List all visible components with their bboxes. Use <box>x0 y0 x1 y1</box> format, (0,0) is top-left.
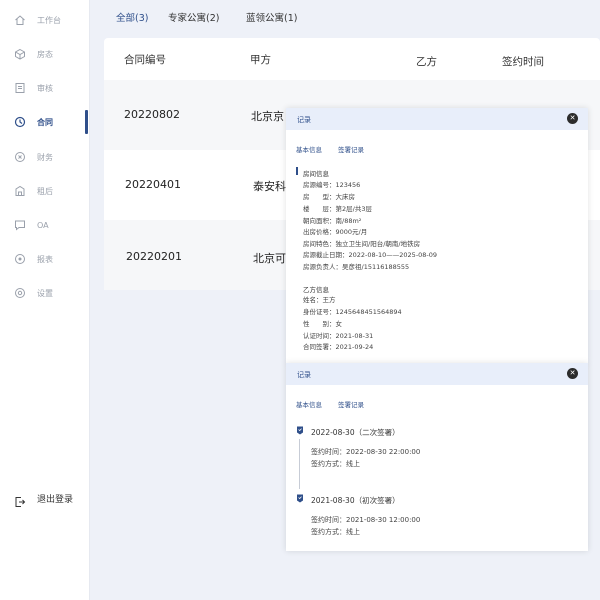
sidebar-item-label: 报表 <box>37 254 53 264</box>
contract-no-cell: 20220401 <box>125 178 181 191</box>
sidebar-item-reports[interactable]: 报表 <box>0 247 90 271</box>
sidebar-item-label: 房态 <box>37 49 53 59</box>
sign-record-time: 签约时间：2021-08-30 12:00:00 <box>311 516 421 524</box>
sign-record-method: 签约方式：线上 <box>311 528 360 536</box>
sidebar-item-label: 设置 <box>37 288 53 298</box>
room-price: 出房价格：9000元/月 <box>303 228 368 236</box>
sidebar-item-room-status[interactable]: 房态 <box>0 42 90 66</box>
party-a-cell: 泰安科 <box>253 180 286 193</box>
column-header-contract-no: 合同编号 <box>124 54 166 66</box>
contract-no-cell: 20220201 <box>126 250 182 263</box>
tab-blue-collar-apartment[interactable]: 蓝领公寓(1) <box>246 10 297 24</box>
tab-sign-records[interactable]: 签署记录 <box>338 399 364 409</box>
sidebar-item-label: 财务 <box>37 152 53 162</box>
sign-record-method: 签约方式：线上 <box>311 460 360 468</box>
panel-title: 记录 <box>297 116 311 124</box>
party-b-info-heading: 乙方信息 <box>303 286 329 294</box>
room-manager: 房源负责人：吴彦祖/15116188555 <box>303 263 410 271</box>
logout-label: 退出登录 <box>37 495 74 505</box>
sign-record-title: 2021-08-30（初次签署） <box>311 496 400 505</box>
record-panel-basic-info: 记录 ✕ 基本信息 签署记录 房间信息 房源编号：123456 房 型：大床房 … <box>286 108 588 364</box>
contract-no-cell: 20220802 <box>124 108 180 121</box>
column-header-party-a: 甲方 <box>250 54 271 66</box>
tab-all[interactable]: 全部(3) <box>116 10 148 24</box>
sign-record-title: 2022-08-30（二次签署） <box>311 428 400 437</box>
document-icon <box>14 82 26 94</box>
sidebar-item-label: 工作台 <box>37 15 61 25</box>
party-b-gender: 性 别：女 <box>303 320 342 328</box>
sidebar-item-label: 审核 <box>37 83 53 93</box>
sidebar-item-after-rent[interactable]: 租后 <box>0 179 90 203</box>
room-floor: 楼 层：第2层/共3层 <box>303 205 372 213</box>
timeline-marker-icon <box>297 426 303 435</box>
active-indicator <box>85 110 88 134</box>
logout-button[interactable]: 退出登录 <box>0 488 90 510</box>
sidebar-item-oa[interactable]: OA <box>0 213 90 237</box>
party-a-cell: 北京可 <box>253 252 286 265</box>
cube-icon <box>14 48 26 60</box>
column-header-sign-time: 签约时间 <box>502 56 544 68</box>
section-marker <box>296 167 298 175</box>
gear-icon <box>14 287 26 299</box>
sign-record-time: 签约时间：2022-08-30 22:00:00 <box>311 448 421 456</box>
sidebar-item-workbench[interactable]: 工作台 <box>0 8 90 32</box>
tab-basic-info[interactable]: 基本信息 <box>296 144 322 154</box>
coin-icon <box>14 151 26 163</box>
close-icon[interactable]: ✕ <box>567 368 578 379</box>
timeline-connector <box>299 439 300 489</box>
panel-title: 记录 <box>297 371 311 379</box>
message-icon <box>14 219 26 231</box>
sidebar-item-label: 租后 <box>37 186 53 196</box>
room-type: 房 型：大床房 <box>303 193 355 201</box>
column-header-party-b: 乙方 <box>416 56 437 68</box>
tab-sign-records[interactable]: 签署记录 <box>338 144 364 154</box>
party-b-id-number: 身份证号：12456484515648​94 <box>303 308 402 316</box>
building-icon <box>14 185 26 197</box>
party-b-auth-time: 认证时间：2021-08-31 <box>303 332 374 340</box>
panel-header: 记录 ✕ <box>286 363 588 385</box>
room-number: 房源编号：123456 <box>303 181 361 189</box>
timeline-marker-icon <box>297 494 303 503</box>
party-b-name: 姓名：王方 <box>303 296 336 304</box>
tab-expert-apartment[interactable]: 专家公寓(2) <box>168 10 219 24</box>
sidebar-item-settings[interactable]: 设置 <box>0 281 90 305</box>
clock-icon <box>14 116 26 128</box>
logout-icon <box>14 493 26 507</box>
room-orientation-area: 朝向面积：南/88m² <box>303 217 362 225</box>
sidebar-item-label: OA <box>37 220 49 230</box>
home-icon <box>14 14 26 26</box>
room-deadline: 房源截止日期：2022-08-10——2025-08-09 <box>303 251 438 259</box>
sidebar-item-review[interactable]: 审核 <box>0 76 90 100</box>
panel-header: 记录 ✕ <box>286 108 588 130</box>
sidebar-item-finance[interactable]: 财务 <box>0 145 90 169</box>
party-a-cell: 北京京 <box>251 110 284 123</box>
report-icon <box>14 253 26 265</box>
party-b-contract-signed: 合同签署：2021-09-24 <box>303 343 374 351</box>
record-panel-sign-records: 记录 ✕ 基本信息 签署记录 2022-08-30（二次签署） 签约时间：202… <box>286 363 588 551</box>
close-icon[interactable]: ✕ <box>567 113 578 124</box>
room-features: 房间特色：独立卫生间/阳台/朝南/地铁房 <box>303 240 421 248</box>
sidebar: 工作台 房态 审核 合同 财务 租后 OA 报表 设置 退出登录 <box>0 0 90 600</box>
room-info-heading: 房间信息 <box>303 170 329 178</box>
tab-basic-info[interactable]: 基本信息 <box>296 399 322 409</box>
sidebar-item-contract[interactable]: 合同 <box>0 110 90 134</box>
sidebar-item-label: 合同 <box>37 117 53 127</box>
